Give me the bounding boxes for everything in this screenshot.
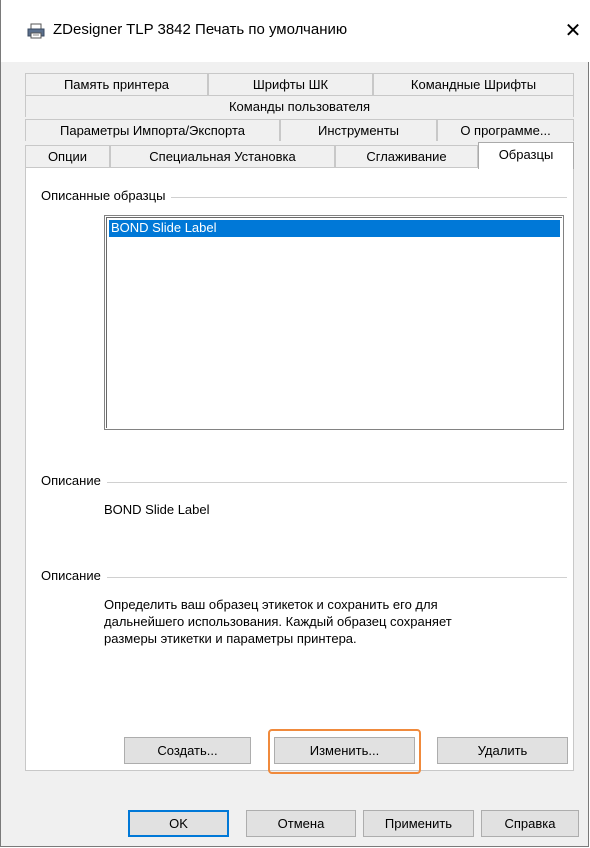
tab-row-3: Параметры Импорта/Экспорта Инструменты О…: [25, 119, 574, 141]
samples-listbox[interactable]: BOND Slide Label: [104, 215, 564, 430]
tab-user-commands[interactable]: Команды пользователя: [25, 95, 574, 117]
list-item-bond-slide-label[interactable]: BOND Slide Label: [109, 220, 560, 237]
help-button[interactable]: Справка: [481, 810, 579, 837]
group-divider: [41, 577, 567, 578]
tab-row-4: Опции Специальная Установка Сглаживание …: [25, 142, 574, 169]
tab-command-fonts[interactable]: Командные Шрифты: [373, 73, 574, 95]
tab-special-setup[interactable]: Специальная Установка: [110, 145, 335, 167]
window-title: ZDesigner TLP 3842 Печать по умолчанию: [53, 21, 348, 38]
tab-printer-memory[interactable]: Память принтера: [25, 73, 208, 95]
apply-button[interactable]: Применить: [363, 810, 474, 837]
tab-options[interactable]: Опции: [25, 145, 110, 167]
sample-name-text: BOND Slide Label: [104, 502, 210, 517]
help-text-line-3: размеры этикетки и параметры принтера.: [104, 631, 357, 646]
tab-smoothing[interactable]: Сглаживание: [335, 145, 478, 167]
printer-icon: [27, 23, 45, 39]
tab-import-export[interactable]: Параметры Импорта/Экспорта: [25, 119, 280, 141]
title-bar: ZDesigner TLP 3842 Печать по умолчанию ✕: [1, 0, 589, 62]
tab-tools[interactable]: Инструменты: [280, 119, 437, 141]
help-text-line-2: дальнейшего использования. Каждый образе…: [104, 614, 452, 629]
tab-samples[interactable]: Образцы: [478, 142, 574, 169]
help-description-group-label: Описание: [41, 568, 107, 583]
close-icon[interactable]: ✕: [557, 14, 589, 48]
create-button[interactable]: Создать...: [124, 737, 251, 764]
printer-properties-window: ZDesigner TLP 3842 Печать по умолчанию ✕…: [0, 0, 589, 847]
help-text-line-1: Определить ваш образец этикеток и сохран…: [104, 597, 438, 612]
delete-button[interactable]: Удалить: [437, 737, 568, 764]
tab-row-2: Команды пользователя: [25, 95, 574, 117]
description-group-label: Описание: [41, 473, 107, 488]
cancel-button[interactable]: Отмена: [246, 810, 356, 837]
group-divider: [41, 482, 567, 483]
ok-button[interactable]: OK: [128, 810, 229, 837]
samples-group-label: Описанные образцы: [41, 188, 172, 203]
tab-row-1: Память принтера Шрифты ШК Командные Шриф…: [25, 73, 574, 95]
tab-barcode-fonts[interactable]: Шрифты ШК: [208, 73, 373, 95]
tab-about[interactable]: О программе...: [437, 119, 574, 141]
edit-button[interactable]: Изменить...: [274, 737, 415, 764]
listbox-inner: BOND Slide Label: [106, 217, 562, 428]
